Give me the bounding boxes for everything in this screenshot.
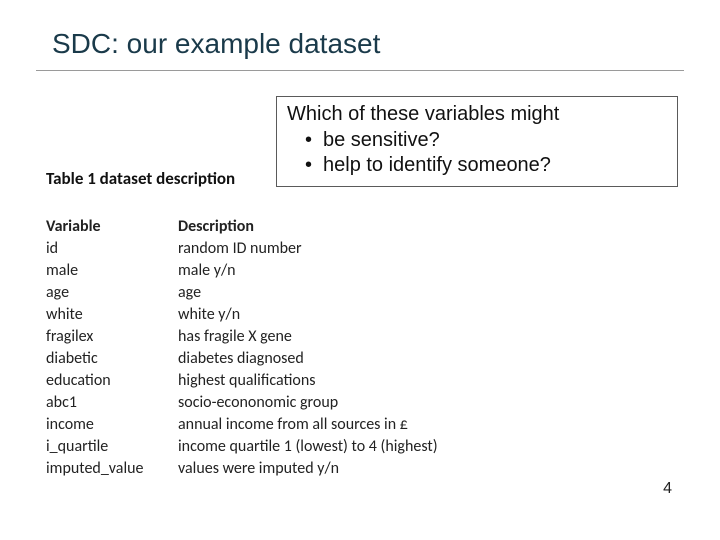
var-desc: white y/n xyxy=(178,303,438,325)
var-desc: age xyxy=(178,281,438,303)
question-lead: Which of these variables might xyxy=(287,103,667,126)
table-row: fragilexhas fragile X gene xyxy=(46,325,438,347)
var-desc: annual income from all sources in £ xyxy=(178,413,438,435)
var-name: fragilex xyxy=(46,325,178,347)
dataset-table: Variable Description idrandom ID number … xyxy=(46,215,438,479)
var-name: diabetic xyxy=(46,347,178,369)
page-title: SDC: our example dataset xyxy=(0,0,720,70)
table-row: idrandom ID number xyxy=(46,237,438,259)
var-name: abc1 xyxy=(46,391,178,413)
dataset-table-area: Table 1 dataset description Variable Des… xyxy=(46,168,486,479)
table-row: diabeticdiabetes diagnosed xyxy=(46,347,438,369)
col-header-variable: Variable xyxy=(46,215,178,237)
var-name: age xyxy=(46,281,178,303)
table-row: ageage xyxy=(46,281,438,303)
question-callout: Which of these variables might be sensit… xyxy=(276,96,678,187)
table-row: whitewhite y/n xyxy=(46,303,438,325)
table-row: malemale y/n xyxy=(46,259,438,281)
question-bullet: help to identify someone? xyxy=(287,153,667,178)
var-desc: male y/n xyxy=(178,259,438,281)
var-desc: highest qualifications xyxy=(178,369,438,391)
var-desc: income quartile 1 (lowest) to 4 (highest… xyxy=(178,435,438,457)
var-name: id xyxy=(46,237,178,259)
var-name: i_quartile xyxy=(46,435,178,457)
table-row: imputed_valuevalues were imputed y/n xyxy=(46,457,438,479)
var-name: male xyxy=(46,259,178,281)
var-name: income xyxy=(46,413,178,435)
table-row: incomeannual income from all sources in … xyxy=(46,413,438,435)
var-name: education xyxy=(46,369,178,391)
question-bullet: be sensitive? xyxy=(287,128,667,153)
col-header-description: Description xyxy=(178,215,438,237)
question-bullet-list: be sensitive? help to identify someone? xyxy=(287,128,667,178)
var-desc: random ID number xyxy=(178,237,438,259)
table-header-row: Variable Description xyxy=(46,215,438,237)
table-row: abc1socio-econonomic group xyxy=(46,391,438,413)
page-number: 4 xyxy=(663,480,672,498)
var-desc: socio-econonomic group xyxy=(178,391,438,413)
var-desc: values were imputed y/n xyxy=(178,457,438,479)
table-row: educationhighest qualifications xyxy=(46,369,438,391)
var-name: white xyxy=(46,303,178,325)
title-divider xyxy=(36,70,684,71)
table-row: i_quartileincome quartile 1 (lowest) to … xyxy=(46,435,438,457)
var-desc: diabetes diagnosed xyxy=(178,347,438,369)
var-name: imputed_value xyxy=(46,457,178,479)
var-desc: has fragile X gene xyxy=(178,325,438,347)
